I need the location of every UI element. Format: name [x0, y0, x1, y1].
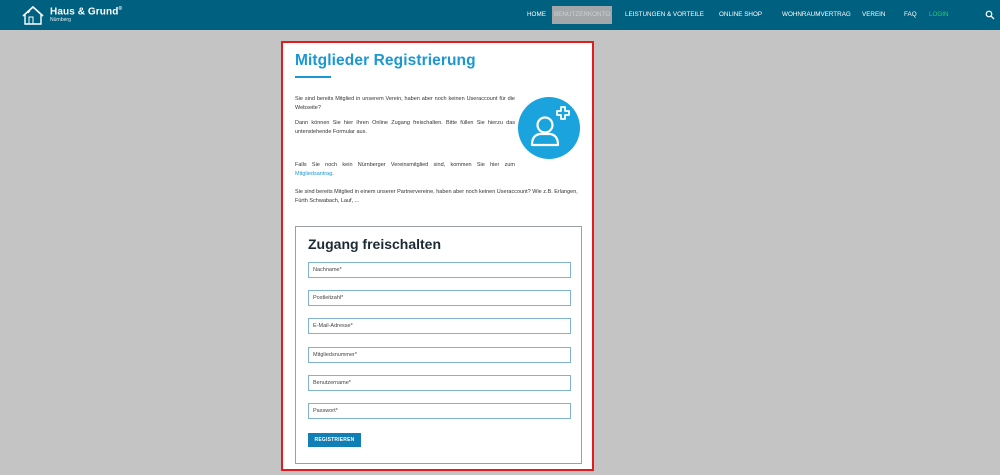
nav-online-shop[interactable]: ONLINE SHOP: [719, 6, 762, 24]
nav-faq[interactable]: FAQ: [904, 6, 917, 24]
intro-paragraph-2: Dann können Sie hier Ihren Online Zugang…: [295, 120, 515, 135]
mitgliedsnummer-field[interactable]: Mitgliedsnummer*: [308, 347, 571, 363]
form-title: Zugang freischalten: [308, 236, 442, 252]
brand-logo[interactable]: Haus & Grund® Nürnberg: [20, 4, 122, 26]
brand-name: Haus & Grund: [50, 6, 119, 18]
nav-benutzerkonto[interactable]: BENUTZERKONTO: [552, 6, 613, 24]
nachname-field[interactable]: Nachname*: [308, 262, 571, 278]
brand-city: Nürnberg: [50, 17, 71, 24]
registration-card: Mitglieder Registrierung Sie sind bereit…: [281, 41, 594, 471]
intro-paragraph-1: Sie sind bereits Mitglied in unserem Ver…: [295, 96, 515, 111]
intro-paragraph-3: Falls Sie noch kein Nürnberger Vereinsmi…: [295, 161, 515, 178]
register-button[interactable]: REGISTRIEREN: [308, 433, 361, 447]
mitgliedsantrag-link[interactable]: Mitgliedsantrag: [295, 171, 332, 177]
period-text: .: [332, 170, 334, 177]
passwort-field[interactable]: Passwort*: [308, 403, 571, 419]
nav-leistungen[interactable]: LEISTUNGEN & VORTEILE: [625, 6, 704, 24]
postleitzahl-field[interactable]: Postleitzahl*: [308, 290, 571, 306]
registration-form: Zugang freischalten Nachname* Postleitza…: [295, 226, 582, 464]
house-logo-icon: [22, 5, 44, 25]
user-add-icon: [518, 97, 580, 159]
header-bar: Haus & Grund® Nürnberg HOME BENUTZERKONT…: [0, 0, 1000, 30]
nav-home[interactable]: HOME: [527, 6, 546, 24]
email-field[interactable]: E-Mail-Adresse*: [308, 318, 571, 334]
benutzername-field[interactable]: Benutzername*: [308, 375, 571, 391]
nav-wohnraumvertrag[interactable]: WOHNRAUMVERTRAG: [782, 6, 851, 24]
title-underline: [295, 76, 331, 78]
nav-login[interactable]: LOGIN: [929, 6, 949, 24]
search-icon[interactable]: [985, 10, 995, 20]
intro-paragraph-4: Sie sind bereits Mitglied in einem unser…: [295, 189, 578, 204]
nav-verein[interactable]: VEREIN: [862, 6, 885, 24]
brand-registered: ®: [118, 6, 123, 12]
page-title: Mitglieder Registrierung: [295, 52, 476, 69]
non-member-text: Falls Sie noch kein Nürnberger Vereinsmi…: [295, 162, 515, 168]
